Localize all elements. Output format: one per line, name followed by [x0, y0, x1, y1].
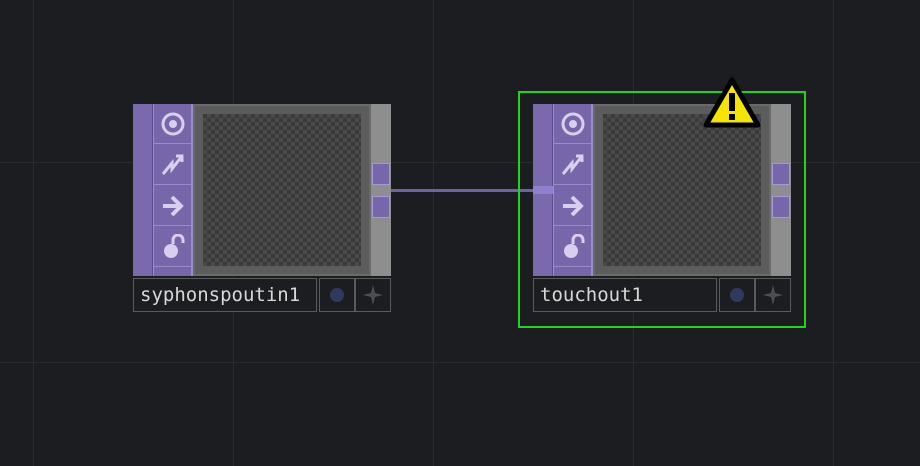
bypass-arrow-icon — [563, 195, 584, 216]
node-syphonspoutin1[interactable]: syphonspoutin1 — [133, 104, 391, 312]
lock-icon — [564, 233, 585, 258]
lock-flag-button[interactable] — [154, 227, 192, 267]
checkerboard-preview — [203, 114, 361, 266]
node-name-label[interactable]: syphonspoutin1 — [133, 278, 317, 312]
node-touchout1[interactable]: touchout1 — [533, 104, 791, 312]
node-body[interactable] — [133, 104, 391, 276]
viewer-flag-button[interactable] — [154, 104, 192, 144]
node-left-strip — [133, 104, 153, 276]
network-editor-canvas[interactable]: syphonspoutin1 touchout1 — [0, 0, 920, 466]
node-name-row: syphonspoutin1 — [133, 278, 391, 312]
output-connector-1[interactable] — [372, 163, 390, 185]
sparkle-icon — [363, 285, 383, 305]
sparkle-icon — [763, 285, 783, 305]
bypass-flag-button[interactable] — [154, 186, 192, 226]
checkerboard-preview — [603, 114, 761, 266]
node-display-button[interactable] — [319, 278, 355, 312]
node-output-bar — [771, 104, 791, 276]
output-connector-2[interactable] — [372, 196, 390, 218]
node-flags-column — [153, 104, 193, 276]
node-pin-button[interactable] — [355, 278, 391, 312]
input-connector[interactable] — [533, 186, 553, 194]
cook-icon — [161, 154, 184, 175]
node-left-strip — [533, 104, 553, 276]
lock-icon — [164, 233, 185, 258]
lock-flag-button[interactable] — [554, 227, 592, 267]
cook-flag-button[interactable] — [554, 145, 592, 185]
warning-badge[interactable] — [702, 76, 762, 134]
bypass-arrow-icon — [163, 195, 184, 216]
cook-flag-button[interactable] — [154, 145, 192, 185]
warning-icon — [703, 77, 761, 128]
node-name-label[interactable]: touchout1 — [533, 278, 717, 312]
node-display-button[interactable] — [719, 278, 755, 312]
viewer-icon — [561, 112, 585, 135]
viewer-icon — [161, 112, 185, 135]
connection-wire[interactable] — [391, 189, 533, 192]
output-connector-1[interactable] — [772, 163, 790, 185]
display-dot-icon — [330, 288, 344, 302]
output-connector-2[interactable] — [772, 196, 790, 218]
viewer-flag-button[interactable] — [554, 104, 592, 144]
node-pin-button[interactable] — [755, 278, 791, 312]
node-output-bar — [371, 104, 391, 276]
node-flags-column — [553, 104, 593, 276]
display-dot-icon — [730, 288, 744, 302]
node-name-row: touchout1 — [533, 278, 791, 312]
bypass-flag-button[interactable] — [554, 186, 592, 226]
cook-icon — [561, 154, 584, 175]
node-viewer[interactable] — [195, 106, 369, 274]
